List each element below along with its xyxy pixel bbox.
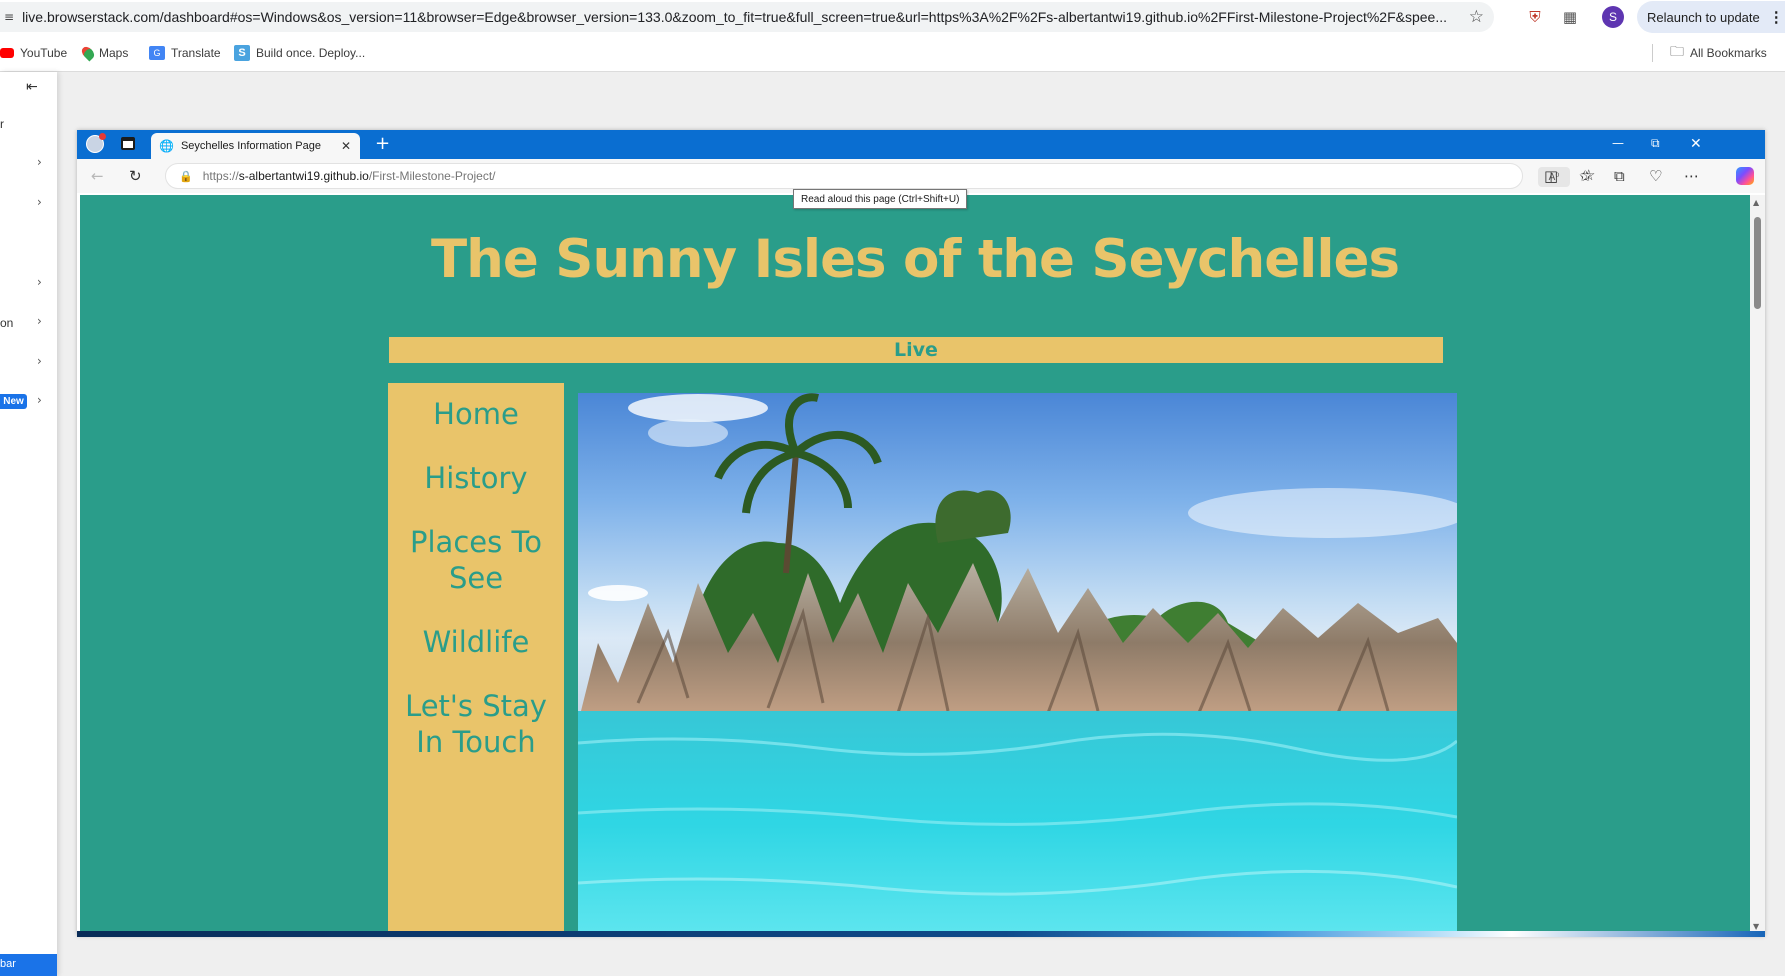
nav-link-history[interactable]: History <box>401 460 551 496</box>
chevron-right-icon[interactable]: › <box>37 354 42 368</box>
remote-taskbar-strip <box>77 931 1765 937</box>
notification-dot <box>99 133 106 140</box>
all-bookmarks[interactable]: 🗀 All Bookmarks <box>1670 43 1767 63</box>
scroll-thumb[interactable] <box>1754 217 1761 309</box>
kebab-menu-icon[interactable]: ⋮ <box>1769 8 1784 26</box>
read-aloud-tooltip: Read aloud this page (Ctrl+Shift+U) <box>793 189 968 209</box>
url-scheme: https:// <box>202 169 239 183</box>
sidebar-fragment: on <box>0 316 14 330</box>
page-scrollbar[interactable]: ▲ ▼ <box>1750 195 1765 934</box>
chevron-right-icon[interactable]: › <box>37 393 42 407</box>
remote-edge-window: 🌐 Seychelles Information Page ✕ + — ⧉ ✕ … <box>77 130 1765 936</box>
back-icon[interactable]: ← <box>91 167 104 185</box>
chevron-right-icon[interactable]: › <box>37 195 42 209</box>
new-tab-icon[interactable]: + <box>375 133 390 154</box>
lock-icon[interactable]: 🔒 <box>179 170 193 183</box>
chevron-right-icon[interactable]: › <box>37 155 42 169</box>
new-badge: New <box>0 394 27 409</box>
restore-icon[interactable]: ⧉ <box>1651 136 1660 151</box>
nav-link-home[interactable]: Home <box>401 396 551 432</box>
settings-more-icon[interactable]: ⋯ <box>1684 167 1699 185</box>
bookmarks-bar: YouTube Maps G Translate S Build once. D… <box>0 34 1785 72</box>
globe-icon: 🌐 <box>159 139 174 153</box>
address-url[interactable]: live.browserstack.com/dashboard#os=Windo… <box>22 9 1452 25</box>
translate-icon: G <box>149 46 165 60</box>
youtube-icon <box>0 48 14 58</box>
url-path: /First-Milestone-Project/ <box>368 169 496 183</box>
bookmarks-divider <box>1652 44 1653 62</box>
bookmark-star-icon[interactable]: ☆ <box>1469 7 1484 27</box>
chevron-right-icon[interactable]: › <box>37 275 42 289</box>
favorites-icon[interactable]: ✩ <box>1579 167 1592 185</box>
hero-island-image <box>578 393 1457 934</box>
collections-icon[interactable]: ⧉ <box>1614 167 1625 185</box>
edge-address-bar[interactable]: 🔒 https:// s-albertantwi19.github.io /Fi… <box>165 163 1595 189</box>
tab-actions-icon[interactable] <box>121 137 135 150</box>
address-bar[interactable]: ≡ live.browserstack.com/dashboard#os=Win… <box>0 2 1494 32</box>
split-screen-icon[interactable]: ◫ <box>1544 167 1558 185</box>
chevron-right-icon[interactable]: › <box>37 314 42 328</box>
extension-shield-icon[interactable]: ⛨ <box>1524 6 1546 28</box>
close-tab-icon[interactable]: ✕ <box>341 139 351 153</box>
tab-title: Seychelles Information Page <box>180 140 321 152</box>
browserstack-sidebar: ⇤ r › › › on › › New › bar <box>0 72 57 976</box>
relaunch-button[interactable]: Relaunch to update ⋮ <box>1637 1 1785 33</box>
browserstack-icon: S <box>234 45 250 61</box>
tab-seychelles[interactable]: 🌐 Seychelles Information Page ✕ <box>151 133 360 159</box>
bookmark-maps[interactable]: Maps <box>79 43 129 63</box>
browser-essentials-icon[interactable]: ♡ <box>1649 167 1662 185</box>
island-illustration <box>578 393 1457 934</box>
refresh-icon[interactable]: ↻ <box>129 167 142 185</box>
bookmark-label: Build once. Deploy... <box>256 46 366 60</box>
chrome-toolbar: ≡ live.browserstack.com/dashboard#os=Win… <box>0 0 1785 34</box>
sidebar-bottom-button[interactable]: bar <box>0 954 57 976</box>
folder-icon: 🗀 <box>1670 44 1684 60</box>
webpage-viewport: The Sunny Isles of the Seychelles Live H… <box>80 195 1750 934</box>
live-banner-label: Live <box>894 339 938 361</box>
copilot-icon[interactable] <box>1736 167 1754 185</box>
minimize-icon[interactable]: — <box>1612 136 1624 150</box>
bookmark-translate[interactable]: G Translate <box>149 43 221 63</box>
sidebar-fragment: r <box>0 117 4 131</box>
extensions-puzzle-icon[interactable]: ▦ <box>1559 6 1581 28</box>
bookmark-youtube[interactable]: YouTube <box>0 43 67 63</box>
collapse-sidebar-icon[interactable]: ⇤ <box>26 79 38 95</box>
sidebar-fragment: bar <box>0 958 16 970</box>
nav-link-places-to-see[interactable]: Places To See <box>401 524 551 596</box>
site-settings-icon[interactable]: ≡ <box>4 10 14 24</box>
live-banner: Live <box>389 337 1443 363</box>
nav-link-wildlife[interactable]: Wildlife <box>401 624 551 660</box>
maps-icon <box>79 44 97 62</box>
nav-link-stay-in-touch[interactable]: Let's Stay In Touch <box>401 688 551 760</box>
site-navigation: Home History Places To See Wildlife Let'… <box>388 383 564 934</box>
scroll-down-icon[interactable]: ▼ <box>1753 922 1759 931</box>
edge-profile-icon[interactable] <box>86 133 106 153</box>
edge-toolbar: ← ↻ 🔒 https:// s-albertantwi19.github.io… <box>77 159 1765 193</box>
edge-titlebar: 🌐 Seychelles Information Page ✕ + — ⧉ ✕ <box>77 130 1765 159</box>
relaunch-label: Relaunch to update <box>1647 9 1760 25</box>
site-title: The Sunny Isles of the Seychelles <box>431 229 1400 290</box>
close-window-icon[interactable]: ✕ <box>1690 136 1702 152</box>
bookmark-browserstack[interactable]: S Build once. Deploy... <box>234 43 365 63</box>
bookmark-label: Maps <box>99 46 129 60</box>
scroll-up-icon[interactable]: ▲ <box>1753 198 1759 207</box>
bookmark-label: Translate <box>171 46 221 60</box>
profile-avatar[interactable]: S <box>1602 6 1624 28</box>
bookmark-label: YouTube <box>20 46 68 60</box>
url-domain: s-albertantwi19.github.io <box>238 169 369 183</box>
all-bookmarks-label: All Bookmarks <box>1690 46 1767 60</box>
